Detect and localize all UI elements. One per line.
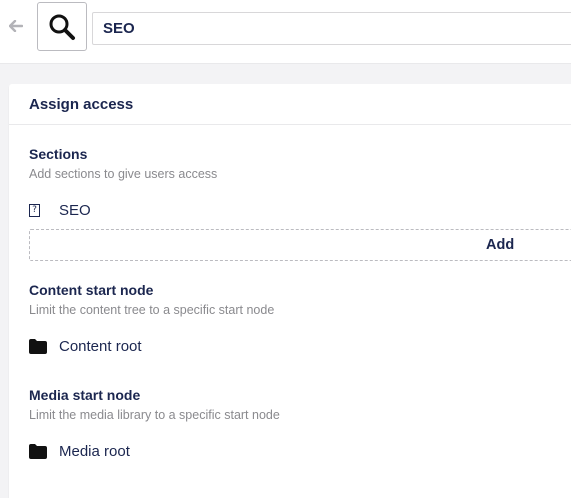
- content-start-label: Content start node: [29, 282, 154, 298]
- arrow-left-icon: [9, 20, 23, 32]
- panel-title: Assign access: [29, 95, 134, 113]
- sections-label: Sections: [29, 146, 88, 162]
- folder-icon: [29, 339, 49, 354]
- folder-icon: [29, 444, 49, 459]
- section-item-seo[interactable]: ? SEO: [29, 202, 91, 219]
- sections-field: Sections Add sections to give users acce…: [29, 146, 217, 181]
- section-item-label: SEO: [59, 202, 91, 219]
- content-start-field: Content start node Limit the content tre…: [29, 282, 274, 317]
- unknown-icon: ?: [29, 204, 49, 217]
- sections-description: Add sections to give users access: [29, 167, 218, 181]
- content-root-label: Content root: [59, 338, 142, 355]
- media-start-label: Media start node: [29, 387, 141, 403]
- assign-access-panel: Assign access Sections Add sections to g…: [9, 84, 571, 498]
- media-root-label: Media root: [59, 443, 130, 460]
- panel-header: Assign access: [9, 84, 571, 125]
- media-start-description: Limit the media library to a specific st…: [29, 408, 280, 422]
- add-section-button[interactable]: Add: [29, 229, 571, 261]
- media-start-field: Media start node Limit the media library…: [29, 387, 280, 422]
- group-name-input[interactable]: [92, 12, 571, 45]
- editor-header: [0, 0, 571, 64]
- content-start-description: Limit the content tree to a specific sta…: [29, 303, 275, 317]
- back-button[interactable]: [6, 16, 26, 36]
- content-root-item[interactable]: Content root: [29, 338, 142, 355]
- magnifier-icon: [49, 14, 75, 40]
- group-icon-picker[interactable]: [37, 2, 87, 51]
- media-root-item[interactable]: Media root: [29, 443, 130, 460]
- add-button-label: Add: [486, 237, 515, 253]
